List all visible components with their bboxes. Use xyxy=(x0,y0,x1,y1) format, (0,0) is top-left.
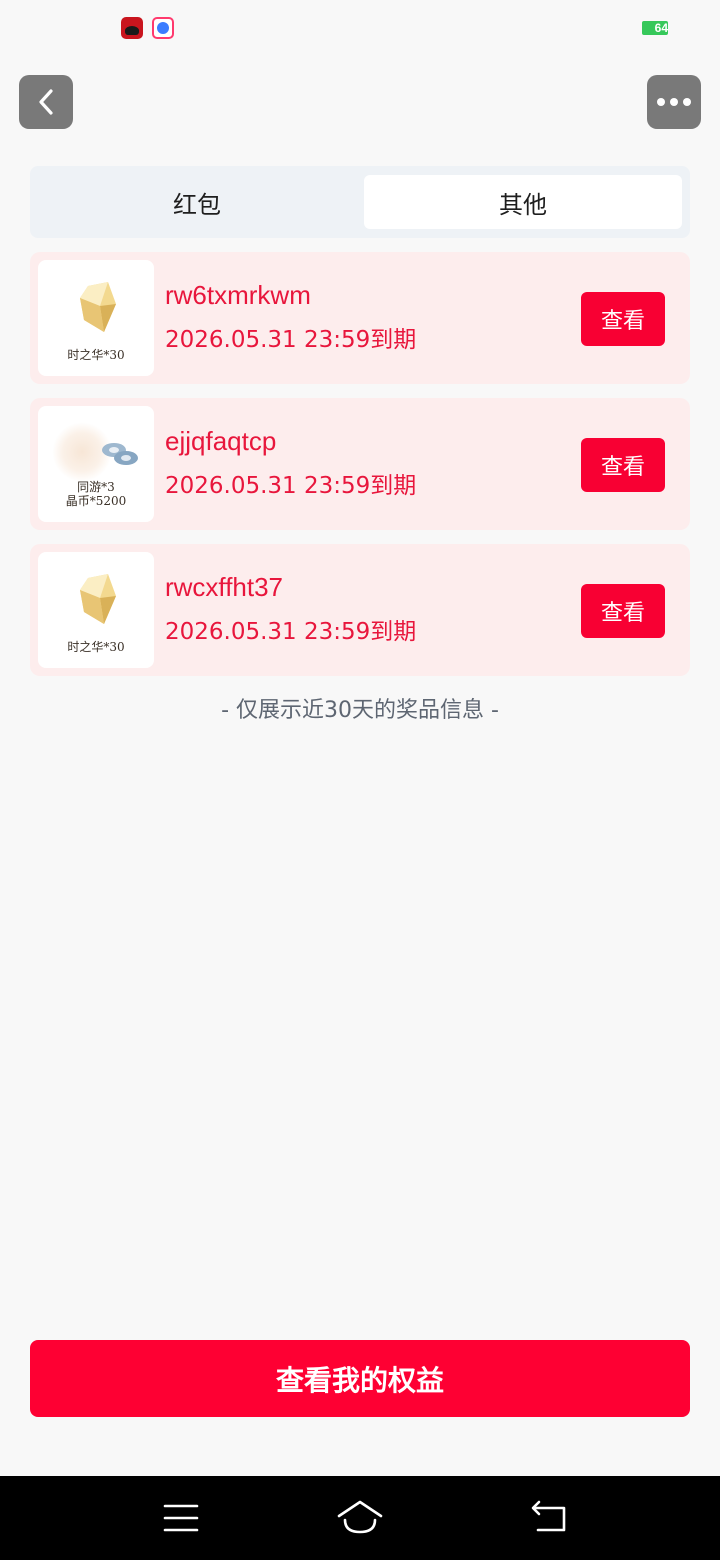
prize-expiry: 2026.05.31 23:59到期 xyxy=(165,619,417,645)
prize-card: 时之华*30 rw6txmrkwm 2026.05.31 23:59到期 查看 xyxy=(30,252,690,384)
prize-card: 时之华*30 rwcxffht37 2026.05.31 23:59到期 查看 xyxy=(30,544,690,676)
chevron-left-icon xyxy=(39,89,53,115)
prize-code: rw6txmrkwm xyxy=(165,280,311,310)
prize-image: 时之华*30 xyxy=(38,552,154,668)
view-button[interactable]: 查看 xyxy=(581,438,665,492)
crystal-icon xyxy=(80,282,116,332)
cartoon-app-icon xyxy=(152,17,174,39)
prize-card: 同游*3 晶币*5200 ejjqfaqtcp 2026.05.31 23:59… xyxy=(30,398,690,530)
battery-level: 64 xyxy=(654,21,668,35)
back-icon[interactable] xyxy=(530,1496,568,1540)
tab-bar: 红包 其他 xyxy=(30,166,690,238)
status-bar: 64 xyxy=(0,0,720,56)
prize-caption: 时之华*30 xyxy=(67,348,125,362)
view-button[interactable]: 查看 xyxy=(581,584,665,638)
system-nav-bar xyxy=(0,1476,720,1560)
battery-icon: 64 xyxy=(642,21,668,35)
view-button[interactable]: 查看 xyxy=(581,292,665,346)
footer-note: - 仅展示近30天的奖品信息 - xyxy=(221,698,499,723)
prize-expiry: 2026.05.31 23:59到期 xyxy=(165,473,417,499)
view-my-benefits-button[interactable]: 查看我的权益 xyxy=(30,1340,690,1417)
tab-other[interactable]: 其他 xyxy=(364,175,682,229)
prize-caption: 时之华*30 xyxy=(67,640,125,654)
prize-code: ejjqfaqtcp xyxy=(165,426,277,456)
prize-code: rwcxffht37 xyxy=(165,572,284,602)
prize-image: 时之华*30 xyxy=(38,260,154,376)
red-app-icon xyxy=(121,17,143,39)
prize-caption: 晶币*5200 xyxy=(65,494,127,508)
prize-caption: 同游*3 xyxy=(77,480,115,494)
crystal-icon xyxy=(80,574,116,624)
more-dots-icon xyxy=(657,98,691,106)
tab-red-packet[interactable]: 红包 xyxy=(38,175,356,229)
more-button[interactable] xyxy=(647,75,701,129)
menu-icon[interactable] xyxy=(163,1496,199,1540)
home-icon[interactable] xyxy=(336,1496,384,1540)
prize-image: 同游*3 晶币*5200 xyxy=(38,406,154,522)
prize-expiry: 2026.05.31 23:59到期 xyxy=(165,327,417,353)
coins-icon xyxy=(102,443,138,465)
back-button[interactable] xyxy=(19,75,73,129)
